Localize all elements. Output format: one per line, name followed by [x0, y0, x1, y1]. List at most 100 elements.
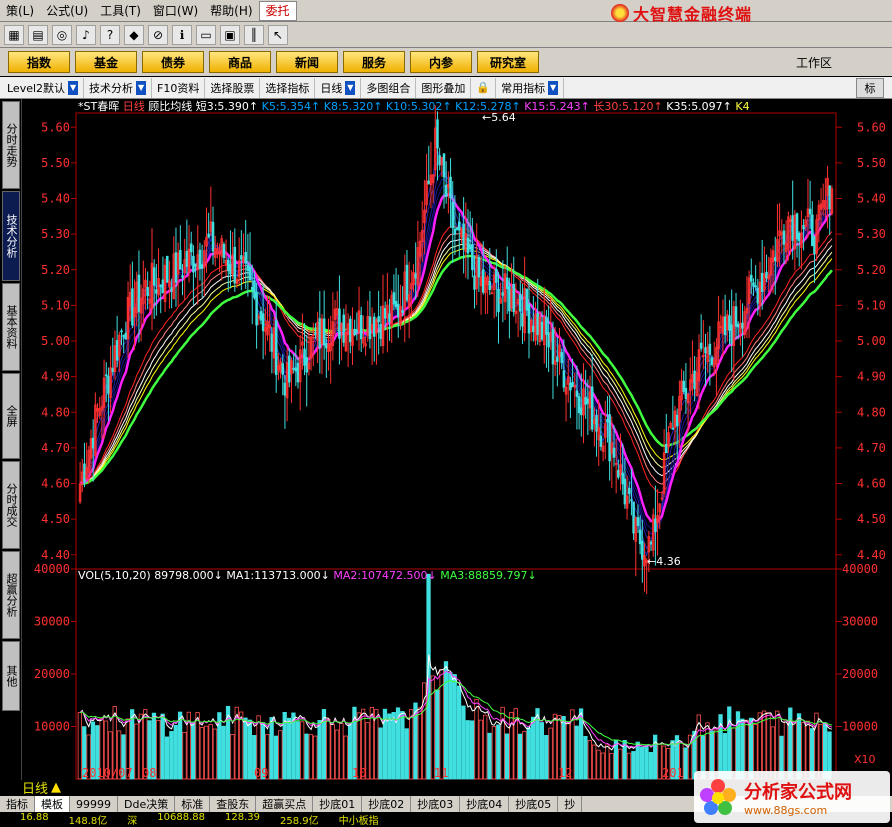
- period-indicator[interactable]: 日线 ▲: [22, 779, 61, 795]
- menu-tools[interactable]: 工具(T): [94, 0, 147, 22]
- nav-research-button[interactable]: 研究室: [477, 51, 539, 73]
- nav-bond-button[interactable]: 债券: [142, 51, 204, 73]
- volume-bar: [470, 721, 473, 779]
- btab-bottom02[interactable]: 抄底02: [362, 796, 411, 812]
- btab-standard[interactable]: 标准: [175, 796, 210, 812]
- btab-dde[interactable]: Dde决策: [118, 796, 175, 812]
- sidetab-intraday[interactable]: 分时走势: [2, 101, 20, 189]
- info-icon[interactable]: ℹ: [172, 25, 192, 45]
- btab-bottom05[interactable]: 抄底05: [509, 796, 558, 812]
- multi-chart-button[interactable]: 多图组合: [361, 78, 416, 98]
- candle-body: [155, 290, 157, 293]
- sidetab-super[interactable]: 超赢分析: [2, 551, 20, 639]
- volume-bar: [518, 734, 521, 779]
- menu-help[interactable]: 帮助(H): [204, 0, 258, 22]
- btab-bottom01[interactable]: 抄底01: [313, 796, 362, 812]
- period-select[interactable]: 日线▼: [315, 78, 361, 98]
- help-icon[interactable]: ?: [100, 25, 120, 45]
- candle-body: [260, 311, 262, 320]
- menu-formula[interactable]: 公式(U): [40, 0, 94, 22]
- layout-icon[interactable]: ▦: [4, 25, 24, 45]
- menu-strategy[interactable]: 策(L): [0, 0, 40, 22]
- sidetab-technical[interactable]: 技术分析: [2, 191, 20, 281]
- nav-fund-button[interactable]: 基金: [75, 51, 137, 73]
- technical-analysis-select[interactable]: 技术分析▼: [84, 78, 152, 98]
- volume-bar: [540, 723, 543, 779]
- grid-icon[interactable]: ▤: [28, 25, 48, 45]
- candle-body: [506, 278, 508, 289]
- workzone-label[interactable]: 工作区: [796, 54, 832, 71]
- volume-bar: [640, 747, 643, 779]
- btab-99999[interactable]: 99999: [70, 796, 118, 812]
- btab-indicator[interactable]: 指标: [0, 796, 35, 812]
- right-tab[interactable]: 标: [856, 78, 884, 98]
- candle-body: [546, 317, 548, 334]
- candle-body: [249, 267, 251, 280]
- alarm-icon[interactable]: ♪: [76, 25, 96, 45]
- btab-shareholders[interactable]: 查股东: [210, 796, 256, 812]
- btab-buy-point[interactable]: 超赢买点: [256, 796, 313, 812]
- window-icon[interactable]: ▣: [220, 25, 240, 45]
- candle-body: [293, 368, 295, 369]
- chart-area[interactable]: 5.605.505.405.305.205.105.004.904.804.70…: [22, 99, 892, 780]
- price-tick-label: 4.90: [41, 370, 70, 384]
- volume-bar: [636, 742, 639, 779]
- kline-chart[interactable]: 5.605.505.405.305.205.105.004.904.804.70…: [22, 99, 892, 780]
- books-icon[interactable]: ║: [244, 25, 264, 45]
- candle-body: [223, 244, 225, 257]
- sidetab-other[interactable]: 其他: [2, 641, 20, 711]
- nav-insider-button[interactable]: 内参: [410, 51, 472, 73]
- candle-body: [600, 436, 602, 447]
- print-icon[interactable]: ▭: [196, 25, 216, 45]
- nav-news-button[interactable]: 新闻: [276, 51, 338, 73]
- select-stock-button[interactable]: 选择股票: [205, 78, 260, 98]
- watermark-url: www.88gs.com: [744, 804, 852, 817]
- overlay-button[interactable]: 图形叠加: [416, 78, 471, 98]
- candle-body: [378, 317, 380, 322]
- candle-body: [397, 304, 399, 316]
- candle-body: [482, 270, 484, 293]
- btab-template[interactable]: 模板: [35, 796, 70, 812]
- nav-service-button[interactable]: 服务: [343, 51, 405, 73]
- menu-trade[interactable]: 委托: [259, 1, 297, 21]
- price-tick-label: 4.50: [41, 512, 70, 526]
- candle-body: [284, 383, 286, 395]
- candle-body: [454, 229, 456, 234]
- no-icon[interactable]: ⊘: [148, 25, 168, 45]
- price-tick-label: 5.60: [857, 120, 886, 134]
- diamond-icon[interactable]: ◆: [124, 25, 144, 45]
- multiplier-label: X10: [854, 753, 876, 766]
- status-value: 10688.88: [157, 812, 205, 825]
- candle-body: [389, 314, 391, 322]
- btab-bottom03[interactable]: 抄底03: [411, 796, 460, 812]
- nav-index-button[interactable]: 指数: [8, 51, 70, 73]
- candle-body: [125, 333, 127, 339]
- f10-button[interactable]: F10资料: [152, 78, 205, 98]
- btab-more[interactable]: 抄: [558, 796, 582, 812]
- menu-window[interactable]: 窗口(W): [147, 0, 204, 22]
- common-indicator-select[interactable]: 常用指标▼: [496, 78, 564, 98]
- candle-body: [275, 321, 277, 375]
- level2-default-select[interactable]: Level2默认▼: [2, 78, 84, 98]
- nav-commodity-button[interactable]: 商品: [209, 51, 271, 73]
- volume-bar: [632, 751, 635, 779]
- pointer-help-icon[interactable]: ↖: [268, 25, 288, 45]
- btab-bottom04[interactable]: 抄底04: [460, 796, 509, 812]
- volume-bar: [462, 706, 465, 779]
- sidetab-basic[interactable]: 基本资料: [2, 283, 20, 371]
- sidetab-ticks[interactable]: 分时成交: [2, 461, 20, 549]
- vol-tick-label: 20000: [34, 667, 70, 681]
- status-value: 16.88: [20, 812, 49, 825]
- vol-tick-label: 30000: [34, 615, 70, 629]
- candle-body: [665, 444, 667, 452]
- sidetab-fullscreen[interactable]: 全屏: [2, 373, 20, 459]
- volume-bar: [296, 722, 299, 779]
- vol-tick-label: 20000: [842, 667, 878, 681]
- x-axis-label: 10: [352, 766, 366, 780]
- volume-bar: [191, 722, 194, 779]
- select-indicator-button[interactable]: 选择指标: [260, 78, 315, 98]
- candle-body: [814, 237, 816, 254]
- binoculars-icon[interactable]: ◎: [52, 25, 72, 45]
- lock-icon[interactable]: 🔒: [471, 78, 496, 98]
- candle-body: [458, 222, 460, 230]
